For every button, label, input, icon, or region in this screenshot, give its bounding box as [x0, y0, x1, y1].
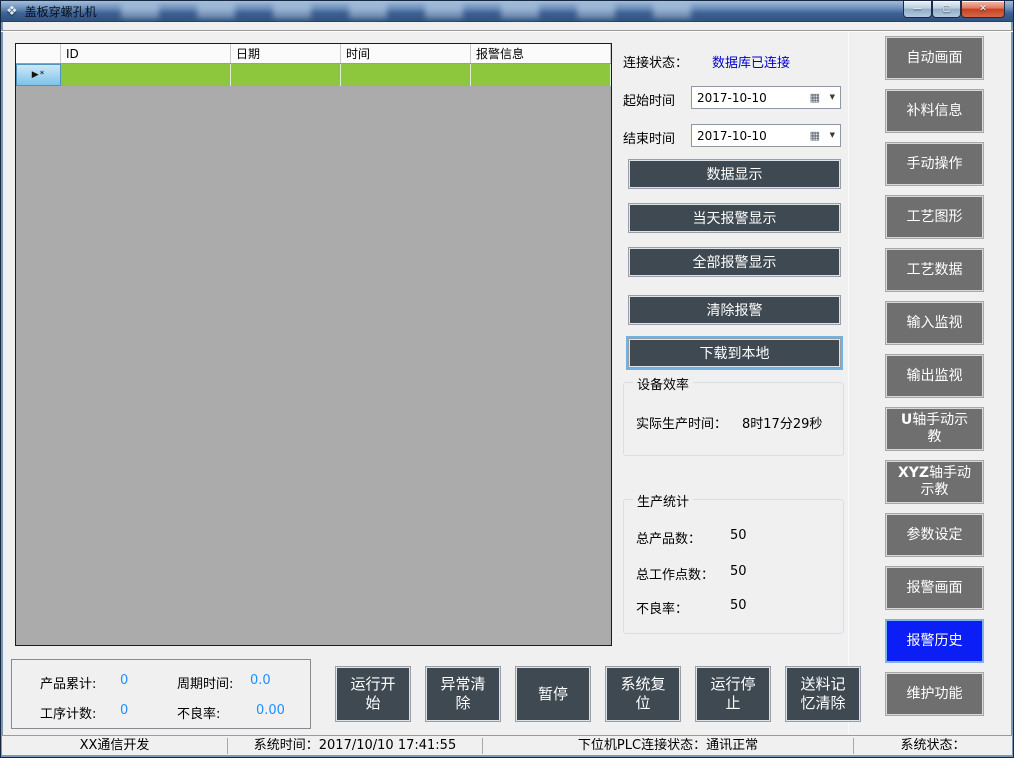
start-date-picker[interactable]: 2017-10-10 ▦ ▼ — [691, 86, 841, 109]
sidebar-item-process-data[interactable]: 工艺数据 — [885, 248, 984, 292]
connection-status-label: 连接状态： — [623, 52, 688, 71]
end-date-value: 2017-10-10 — [697, 129, 767, 143]
table-header-row: ID 日期 时间 报警信息 — [16, 44, 611, 64]
today-alarm-display-button[interactable]: 当天报警显示 — [628, 203, 841, 233]
defect-rate-label: 不良率： — [636, 598, 688, 617]
titlebar-ghost-artifacts — [121, 4, 721, 18]
run-start-button[interactable]: 运行开始 — [335, 666, 411, 722]
connection-status-value: 数据库已连接 — [712, 52, 790, 71]
dropdown-arrow-icon[interactable]: ▼ — [830, 94, 835, 101]
status-system-time: 系统时间：2017/10/10 17:41:55 — [228, 738, 483, 754]
sidebar-item-input-monitor[interactable]: 输入监视 — [885, 301, 984, 345]
sidebar-item-xyz-axis-teach[interactable]: XYZ轴手动示教 — [885, 460, 984, 504]
window-title: 盖板穿螺孔机 — [25, 3, 97, 20]
start-date-value: 2017-10-10 — [697, 91, 767, 105]
process-count-value: 0 — [120, 703, 128, 718]
download-local-button[interactable]: 下载到本地 — [628, 338, 841, 368]
close-icon: ✕ — [979, 4, 987, 14]
end-date-label: 结束时间 — [623, 128, 675, 147]
status-system-state: 系统状态： — [854, 738, 1012, 754]
sidebar-item-auto-screen[interactable]: 自动画面 — [885, 36, 984, 80]
dropdown-arrow-icon[interactable]: ▼ — [830, 132, 835, 139]
product-total-value: 0 — [120, 673, 128, 688]
production-statistics-title: 生产统计 — [633, 491, 693, 510]
equipment-efficiency-group: 设备效率 实际生产时间： 8时17分29秒 — [623, 382, 844, 456]
vertical-divider — [848, 32, 849, 734]
run-stop-button[interactable]: 运行停止 — [695, 666, 771, 722]
title-bar: ❖ 盖板穿螺孔机 — [1, 1, 1013, 22]
defect-rate-bottom-value: 0.00 — [256, 703, 285, 718]
sidebar-item-maintenance[interactable]: 维护功能 — [885, 672, 984, 716]
total-work-points-label: 总工作点数： — [636, 564, 714, 583]
table-cell-date[interactable] — [231, 64, 341, 86]
sidebar-item-u-axis-teach[interactable]: U轴手动示教 — [885, 407, 984, 451]
counter-panel: 产品累计: 0 周期时间: 0.0 工序计数: 0 不良率: 0.00 — [11, 659, 311, 729]
calendar-icon: ▦ — [810, 130, 820, 141]
equipment-efficiency-title: 设备效率 — [633, 374, 693, 393]
all-alarm-display-button[interactable]: 全部报警显示 — [628, 247, 841, 277]
sidebar-item-refill-info[interactable]: 补料信息 — [885, 89, 984, 133]
status-bar: XX通信开发 系统时间：2017/10/10 17:41:55 下位机PLC连接… — [2, 735, 1012, 755]
system-reset-button[interactable]: 系统复位 — [605, 666, 681, 722]
table-row: ▶* — [16, 64, 611, 86]
sidebar-item-alarm-history[interactable]: 报警历史 — [885, 619, 984, 663]
column-header-alarm-info[interactable]: 报警信息 — [471, 44, 611, 63]
status-plc-connection: 下位机PLC连接状态：通讯正常 — [483, 738, 854, 754]
error-clear-button[interactable]: 异常清除 — [425, 666, 501, 722]
column-header-id[interactable]: ID — [61, 44, 231, 63]
production-time-label: 实际生产时间： — [636, 413, 727, 432]
table-cell-id[interactable] — [61, 64, 231, 86]
minimize-icon: — — [913, 4, 922, 14]
app-icon: ❖ — [6, 5, 18, 18]
pause-button[interactable]: 暂停 — [515, 666, 591, 722]
sidebar-item-alarm-screen[interactable]: 报警画面 — [885, 566, 984, 610]
total-products-label: 总产品数： — [636, 528, 701, 547]
window: ❖ 盖板穿螺孔机 — ▢ ✕ ID 日期 时间 报警信息 ▶* 连接状态： 数据… — [0, 0, 1014, 758]
data-display-button[interactable]: 数据显示 — [628, 159, 841, 189]
table-cell-time[interactable] — [341, 64, 471, 86]
minimize-button[interactable]: — — [903, 1, 932, 18]
alarm-history-table: ID 日期 时间 报警信息 ▶* — [15, 43, 612, 646]
sidebar-item-parameter-setting[interactable]: 参数设定 — [885, 513, 984, 557]
cycle-time-value: 0.0 — [250, 673, 271, 688]
table-cell-alarm-info[interactable] — [471, 64, 611, 86]
total-work-points-value: 50 — [730, 564, 747, 579]
status-vendor: XX通信开发 — [2, 738, 228, 754]
process-count-label: 工序计数: — [40, 703, 96, 722]
production-statistics-group: 生产统计 总产品数： 50 总工作点数： 50 不良率： 50 — [623, 499, 844, 634]
sidebar-item-output-monitor[interactable]: 输出监视 — [885, 354, 984, 398]
cycle-time-label: 周期时间: — [177, 673, 233, 692]
start-date-label: 起始时间 — [623, 90, 675, 109]
column-header-time[interactable]: 时间 — [341, 44, 471, 63]
end-date-picker[interactable]: 2017-10-10 ▦ ▼ — [691, 124, 841, 147]
maximize-icon: ▢ — [942, 4, 951, 14]
defect-rate-bottom-label: 不良率: — [177, 703, 220, 722]
close-button[interactable]: ✕ — [961, 1, 1005, 18]
clear-alarm-button[interactable]: 清除报警 — [628, 295, 841, 325]
calendar-icon: ▦ — [810, 92, 820, 103]
defect-rate-value: 50 — [730, 598, 747, 613]
feed-memory-clear-button[interactable]: 送料记忆清除 — [785, 666, 861, 722]
production-time-value: 8时17分29秒 — [742, 413, 822, 432]
sidebar-item-manual-operation[interactable]: 手动操作 — [885, 142, 984, 186]
column-header-date[interactable]: 日期 — [231, 44, 341, 63]
product-total-label: 产品累计: — [40, 673, 96, 692]
column-header-selector[interactable] — [16, 44, 61, 63]
window-controls: — ▢ ✕ — [903, 1, 1005, 18]
maximize-button[interactable]: ▢ — [932, 1, 961, 18]
new-row-indicator-icon: ▶* — [32, 70, 45, 80]
sidebar-item-process-graphics[interactable]: 工艺图形 — [885, 195, 984, 239]
row-selector-cell[interactable]: ▶* — [16, 64, 61, 86]
total-products-value: 50 — [730, 528, 747, 543]
client-top-divider — [1, 30, 1013, 32]
